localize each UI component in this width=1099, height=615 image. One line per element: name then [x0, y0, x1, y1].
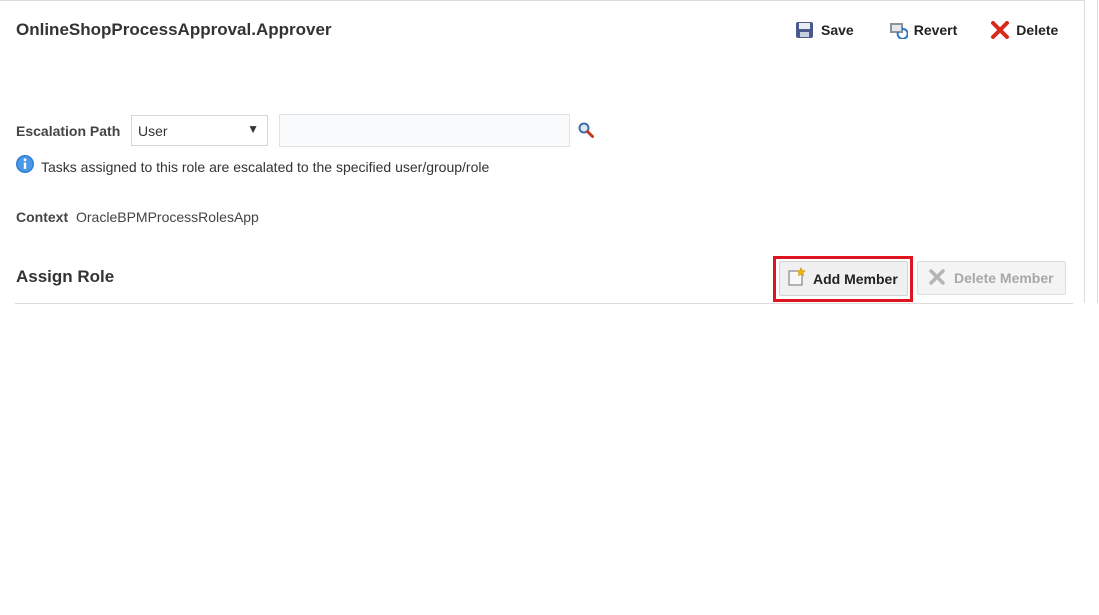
delete-member-label: Delete Member — [954, 270, 1054, 286]
save-button[interactable]: Save — [795, 20, 854, 40]
add-document-icon — [787, 267, 807, 290]
delete-member-button: Delete Member — [917, 261, 1066, 295]
add-member-label: Add Member — [813, 270, 898, 287]
delete-button[interactable]: Delete — [990, 20, 1058, 40]
escalation-info: Tasks assigned to this role are escalate… — [15, 154, 489, 179]
context-label: Context — [16, 209, 69, 225]
info-text: Tasks assigned to this role are escalate… — [41, 158, 490, 175]
search-icon[interactable] — [577, 121, 595, 139]
red-x-icon — [990, 21, 1010, 39]
save-label: Save — [821, 22, 854, 38]
section-divider — [15, 303, 1073, 304]
info-icon — [15, 154, 35, 179]
gray-x-icon — [928, 268, 946, 289]
escalation-path-label: Escalation Path — [16, 123, 121, 139]
role-detail-panel — [0, 0, 1085, 303]
escalation-type-value: User — [138, 122, 168, 139]
right-border — [1097, 0, 1098, 303]
escalation-user-input[interactable] — [279, 114, 570, 147]
context-value: OracleBPMProcessRolesApp — [76, 209, 259, 225]
toolbar: Save Revert Delete — [795, 20, 1058, 40]
delete-label: Delete — [1016, 22, 1059, 38]
assign-role-heading: Assign Role — [16, 267, 115, 286]
dropdown-arrow-icon: ▼ — [247, 122, 259, 136]
add-member-button[interactable]: Add Member — [779, 261, 908, 296]
revert-button[interactable]: Revert — [888, 20, 958, 40]
escalation-type-select[interactable]: User ▼ — [131, 115, 268, 146]
revert-icon — [888, 21, 908, 39]
page-title: OnlineShopProcessApproval.Approver — [16, 20, 332, 39]
save-icon — [795, 21, 815, 39]
revert-label: Revert — [913, 22, 958, 38]
